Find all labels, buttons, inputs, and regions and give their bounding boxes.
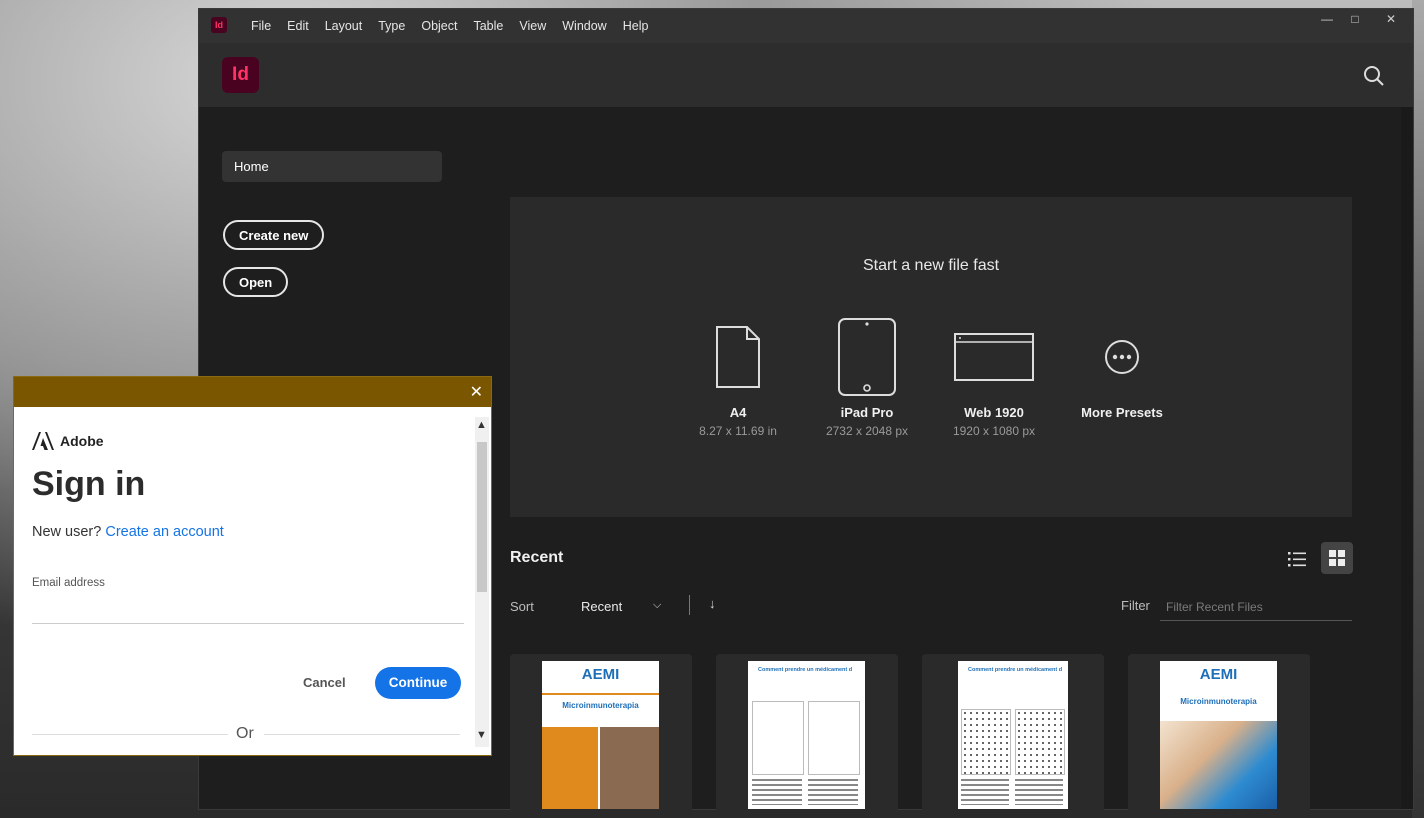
menu-edit[interactable]: Edit	[279, 9, 317, 43]
list-view-icon[interactable]	[1285, 547, 1309, 571]
filter-label: Filter	[1121, 598, 1150, 613]
close-icon[interactable]: ✕	[1369, 9, 1413, 29]
preset-ipad-pro[interactable]: iPad Pro 2732 x 2048 px	[807, 317, 927, 438]
file-thumbnail: AEMI Microinmunoterapia	[1160, 661, 1277, 809]
close-icon[interactable]: ✕	[470, 382, 483, 402]
continue-button[interactable]: Continue	[375, 667, 461, 699]
more-icon	[1105, 340, 1139, 374]
divider	[264, 734, 460, 735]
grid-view-icon	[1329, 550, 1345, 566]
adobe-wordmark: Adobe	[60, 433, 104, 449]
create-new-button[interactable]: Create new	[223, 220, 325, 250]
preset-a4[interactable]: A4 8.27 x 11.69 in	[678, 317, 798, 438]
thumbnail-subtitle: Microinmunoterapia	[1180, 697, 1257, 706]
scroll-down-icon[interactable]: ▼	[476, 729, 487, 741]
dialog-scrollbar[interactable]: ▲ ▼	[475, 417, 489, 747]
filter-input[interactable]	[1160, 593, 1352, 621]
app-icon[interactable]: Id	[211, 17, 227, 33]
sign-in-dialog: ✕ Adobe Sign in New user? Create an acco…	[13, 376, 492, 756]
sidebar-item-home[interactable]: Home	[222, 151, 442, 182]
create-account-link[interactable]: Create an account	[105, 524, 224, 540]
preset-name: More Presets	[1081, 405, 1163, 420]
app-header: Id	[199, 43, 1413, 107]
chevron-down-icon[interactable]: ⌵	[653, 599, 661, 612]
window-controls: — □ ✕	[1313, 9, 1413, 31]
browser-window-icon	[954, 333, 1034, 381]
menu-file[interactable]: File	[243, 9, 279, 43]
thumbnail-subtitle: Microinmunoterapia	[562, 701, 639, 710]
grid-view-button[interactable]	[1321, 542, 1353, 574]
divider	[32, 734, 228, 735]
sort-direction-icon[interactable]: ↓	[709, 596, 716, 611]
new-user-label: New user?	[32, 524, 102, 540]
recent-heading: Recent	[510, 549, 564, 566]
search-icon[interactable]	[1363, 65, 1385, 87]
recent-file-card[interactable]: AEMI Microinmunoterapia	[510, 654, 692, 814]
adobe-brand: Adobe	[32, 432, 104, 450]
start-panel: Start a new file fast A4 8.27 x 11.69 in…	[510, 197, 1352, 517]
thumbnail-heading: AEMI	[581, 666, 620, 683]
new-user-line: New user? Create an account	[32, 524, 224, 540]
menu-type[interactable]: Type	[370, 9, 413, 43]
recent-file-card[interactable]: AEMI Microinmunoterapia	[1128, 654, 1310, 814]
menu-object[interactable]: Object	[413, 9, 465, 43]
menu-help[interactable]: Help	[615, 9, 657, 43]
start-title: Start a new file fast	[862, 257, 1000, 274]
sort-dropdown[interactable]: Recent	[581, 599, 622, 614]
menu-table[interactable]: Table	[465, 9, 511, 43]
email-label: Email address	[32, 577, 105, 589]
recent-file-card[interactable]: Comment prendre un médicament d	[716, 654, 898, 814]
thumbnail-heading: Comment prendre un médicament d	[968, 667, 1063, 673]
file-thumbnail: AEMI Microinmunoterapia	[542, 661, 659, 809]
thumbnail-heading: Comment prendre un médicament d	[758, 667, 853, 673]
adobe-logo-icon	[32, 432, 54, 450]
preset-size: 2732 x 2048 px	[825, 424, 909, 438]
vertical-scrollbar[interactable]	[1401, 107, 1413, 809]
minimize-icon[interactable]: —	[1313, 9, 1341, 29]
preset-more[interactable]: More Presets	[1062, 317, 1182, 420]
preset-web-1920[interactable]: Web 1920 1920 x 1080 px	[934, 317, 1054, 438]
thumbnail-heading: AEMI	[1199, 666, 1238, 683]
cancel-button[interactable]: Cancel	[297, 669, 352, 696]
preset-size: 8.27 x 11.69 in	[699, 424, 777, 438]
menu-window[interactable]: Window	[554, 9, 614, 43]
scroll-thumb[interactable]	[477, 442, 487, 592]
file-thumbnail: Comment prendre un médicament d	[748, 661, 865, 809]
preset-size: 1920 x 1080 px	[952, 424, 1036, 438]
menu-list: File Edit Layout Type Object Table View …	[243, 9, 656, 43]
or-separator: Or	[236, 725, 254, 742]
divider	[689, 595, 690, 615]
file-thumbnail: Comment prendre un médicament d	[958, 661, 1068, 809]
sign-in-title: Sign in	[32, 465, 146, 503]
preset-name: iPad Pro	[840, 405, 894, 420]
dialog-titlebar: ✕	[14, 377, 491, 407]
open-button[interactable]: Open	[223, 267, 289, 297]
maximize-icon[interactable]: □	[1341, 9, 1369, 29]
menubar: Id File Edit Layout Type Object Table Vi…	[199, 9, 1413, 43]
menu-layout[interactable]: Layout	[317, 9, 371, 43]
sort-label: Sort	[510, 599, 534, 614]
indesign-logo: Id	[222, 57, 259, 93]
tablet-icon	[838, 318, 896, 396]
recent-file-card[interactable]: Comment prendre un médicament d	[922, 654, 1104, 814]
scroll-up-icon[interactable]: ▲	[476, 419, 487, 431]
document-icon	[716, 326, 760, 388]
email-field[interactable]	[32, 593, 464, 624]
menu-view[interactable]: View	[511, 9, 554, 43]
preset-name: A4	[729, 405, 747, 420]
preset-name: Web 1920	[964, 405, 1024, 420]
